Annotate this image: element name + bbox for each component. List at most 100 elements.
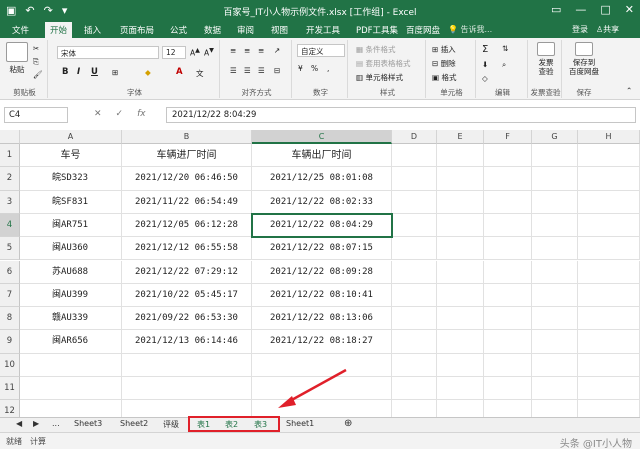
- name-box[interactable]: C4: [4, 107, 68, 123]
- align-left-icon[interactable]: ☰: [230, 66, 237, 75]
- sheet-tab-sheet2[interactable]: Sheet2: [120, 419, 148, 428]
- align-middle-icon[interactable]: ≡: [244, 46, 250, 55]
- tell-me-text: 告诉我...: [460, 25, 493, 34]
- clear-icon[interactable]: ◇: [482, 74, 488, 83]
- comma-icon[interactable]: ,: [327, 64, 329, 73]
- border-icon[interactable]: ⊞: [112, 68, 118, 77]
- sheet-tab-sheet3[interactable]: Sheet3: [74, 419, 102, 428]
- fill-color-icon[interactable]: ◆: [145, 68, 151, 77]
- format-as-table-button[interactable]: ▤ 套用表格格式: [356, 58, 410, 69]
- italic-icon[interactable]: I: [77, 67, 80, 77]
- orientation-icon[interactable]: ↗: [274, 46, 280, 55]
- tell-me-box[interactable]: 💡 告诉我...: [448, 24, 492, 35]
- align-bottom-icon[interactable]: ≡: [258, 46, 264, 55]
- merge-icon[interactable]: ⊟: [274, 66, 280, 75]
- tab-review[interactable]: 审阅: [237, 24, 254, 36]
- scroll-right-icon[interactable]: ▶: [33, 419, 39, 428]
- collapse-ribbon-icon[interactable]: ⌃: [626, 86, 632, 95]
- align-top-icon[interactable]: ≡: [230, 46, 236, 55]
- ribbon-display-icon[interactable]: ▭: [551, 3, 561, 16]
- enter-icon[interactable]: ✓: [116, 109, 124, 119]
- cell-styles-icon: ▥: [356, 73, 364, 82]
- number-format-combo[interactable]: 自定义: [297, 44, 345, 57]
- sheet-tab-rating[interactable]: 评级: [163, 419, 179, 430]
- invoice-check-button[interactable]: 发票 查验: [532, 42, 560, 76]
- tab-formulas[interactable]: 公式: [170, 24, 187, 36]
- tab-view[interactable]: 视图: [271, 24, 288, 36]
- styles-group-label: 样式: [380, 88, 395, 97]
- tab-pdf-tools[interactable]: PDF工具集: [356, 24, 398, 36]
- conditional-format-button[interactable]: ▦ 条件格式: [356, 44, 395, 55]
- insert-cells-icon: ⊞: [432, 45, 439, 54]
- insert-cells-button[interactable]: ⊞ 插入: [432, 44, 456, 55]
- tab-baidu-netdisk[interactable]: 百度网盘: [406, 24, 440, 36]
- paste-label: 粘贴: [9, 65, 25, 74]
- conditional-format-label: 条件格式: [365, 45, 396, 54]
- bold-icon[interactable]: B: [62, 67, 68, 77]
- conditional-format-icon: ▦: [356, 45, 364, 54]
- ribbon-tabs: 文件 开始 插入 页面布局 公式 数据 审阅 视图 开发工具 PDF工具集 百度…: [0, 22, 640, 38]
- format-cells-button[interactable]: ▣ 格式: [432, 72, 456, 83]
- add-sheet-icon[interactable]: ⊕: [344, 418, 352, 429]
- minimize-icon[interactable]: —: [575, 3, 586, 16]
- format-as-table-label: 套用表格格式: [365, 59, 411, 68]
- format-painter-icon[interactable]: 🖌: [33, 70, 43, 79]
- grow-font-icon[interactable]: A▲: [190, 47, 200, 58]
- insert-function-icon[interactable]: fx: [137, 109, 146, 119]
- save-netdisk-button[interactable]: 保存到 百度网盘: [564, 42, 604, 76]
- worksheet-grid[interactable]: ABCDEFGH 12345678910111213 车号车辆进厂时间车辆出厂时…: [0, 130, 640, 417]
- tab-developer[interactable]: 开发工具: [306, 24, 340, 36]
- group-styles: ▦ 条件格式 ▤ 套用表格格式 ▥ 单元格样式 样式: [350, 40, 426, 98]
- clipboard-group-label: 剪贴板: [13, 88, 36, 97]
- tab-page-layout[interactable]: 页面布局: [120, 24, 154, 36]
- phonetic-icon[interactable]: 文: [196, 68, 204, 79]
- paste-icon: [6, 42, 28, 62]
- close-icon[interactable]: ✕: [625, 3, 634, 16]
- formula-bar: C4 ✕ ✓ fx 2021/12/22 8:04:29: [0, 105, 640, 125]
- autosum-icon[interactable]: Σ: [482, 44, 488, 55]
- status-calc[interactable]: 计算: [30, 436, 46, 447]
- invoice-group-label: 发票查验: [530, 88, 561, 97]
- group-invoice: 发票 查验 发票查验: [530, 40, 562, 98]
- format-cells-icon: ▣: [432, 73, 440, 82]
- sheet-tab-sheet1[interactable]: Sheet1: [286, 419, 314, 428]
- login-link[interactable]: 登录: [572, 24, 588, 35]
- formula-input[interactable]: 2021/12/22 8:04:29: [166, 107, 636, 123]
- delete-cells-button[interactable]: ⊟ 删除: [432, 58, 456, 69]
- tab-file[interactable]: 文件: [12, 24, 29, 36]
- maximize-icon[interactable]: □: [600, 3, 610, 16]
- group-font: 宋体 12 A▲ A▼ B I U ⊞ ◆ A 文 字体: [50, 40, 220, 98]
- share-label: 共享: [603, 25, 620, 34]
- ribbon: 粘贴 ✂ ⎘ 🖌 剪贴板 宋体 12 A▲ A▼ B I U ⊞ ◆ A 文 字…: [0, 38, 640, 100]
- currency-icon[interactable]: ¥: [298, 64, 303, 73]
- group-save: 保存到 百度网盘 保存: [564, 40, 604, 98]
- align-right-icon[interactable]: ☰: [258, 66, 265, 75]
- formula-bar-buttons: ✕ ✓ fx: [94, 109, 146, 119]
- tab-data[interactable]: 数据: [204, 24, 221, 36]
- window-controls: ▭ — □ ✕: [551, 3, 634, 16]
- font-color-icon[interactable]: A: [176, 67, 183, 77]
- find-icon[interactable]: ⌕: [502, 60, 506, 70]
- copy-icon[interactable]: ⎘: [33, 57, 39, 67]
- share-button[interactable]: ♙共享: [596, 24, 619, 35]
- underline-icon[interactable]: U: [91, 67, 98, 77]
- sort-filter-icon[interactable]: ⇅: [502, 44, 508, 53]
- tab-insert[interactable]: 插入: [84, 24, 101, 36]
- number-group-label: 数字: [313, 88, 328, 97]
- cut-icon[interactable]: ✂: [33, 44, 39, 53]
- status-bar: 就绪 计算 头条 @IT小人物: [0, 432, 640, 450]
- align-center-icon[interactable]: ☰: [244, 66, 251, 75]
- shrink-font-icon[interactable]: A▼: [204, 47, 214, 58]
- cell-styles-button[interactable]: ▥ 单元格样式: [356, 72, 403, 83]
- tab-home[interactable]: 开始: [45, 22, 73, 38]
- group-clipboard: 粘贴 ✂ ⎘ 🖌 剪贴板: [2, 40, 48, 98]
- invoice-check-icon: [537, 42, 555, 56]
- font-name-combo[interactable]: 宋体: [57, 46, 159, 59]
- cancel-icon[interactable]: ✕: [94, 109, 102, 119]
- scroll-left-icon[interactable]: ◀: [16, 419, 22, 428]
- percent-icon[interactable]: %: [311, 64, 318, 73]
- paste-button[interactable]: 粘贴: [5, 42, 29, 75]
- font-size-combo[interactable]: 12: [162, 46, 186, 59]
- more-sheets-icon[interactable]: ...: [52, 419, 60, 428]
- fill-icon[interactable]: ⬇: [482, 60, 488, 69]
